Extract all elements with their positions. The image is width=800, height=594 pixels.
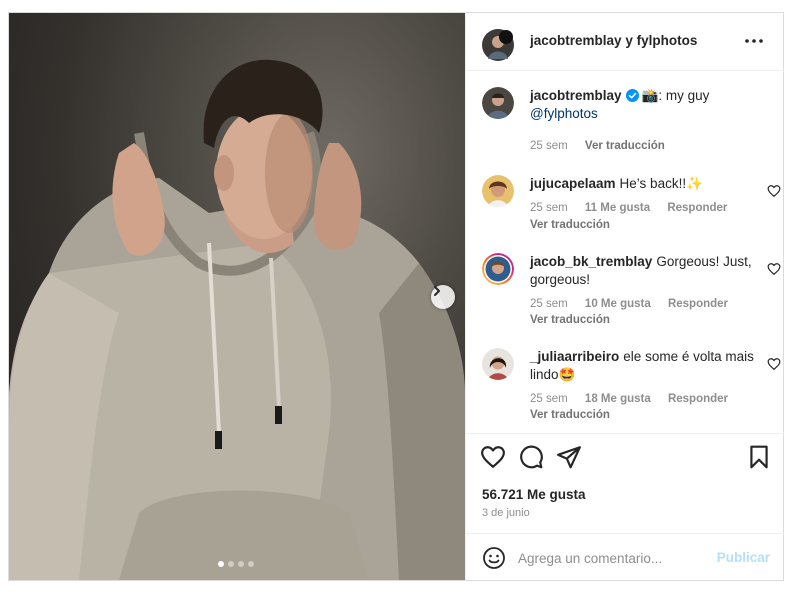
likes-count[interactable]: 56.721 Me gusta xyxy=(482,487,586,502)
carousel-indicator xyxy=(218,561,254,567)
post-side-panel: jacobtremblay y fylphotos jacobtremblay 📸… xyxy=(465,13,784,580)
emoji-icon[interactable] xyxy=(482,546,506,570)
comment-text: jacob_bk_tremblay Gorgeous! Just, gorgeou… xyxy=(530,253,760,289)
author-avatar[interactable] xyxy=(482,29,514,61)
comment-avatar-story-ring[interactable] xyxy=(482,253,514,285)
save-icon[interactable] xyxy=(746,444,772,470)
heart-icon[interactable] xyxy=(480,444,506,470)
post-date[interactable]: 3 de junio xyxy=(482,507,530,519)
comment-reply-button[interactable]: Responder xyxy=(668,298,728,310)
comment-text: jujucapelaam He’s back!!✨ xyxy=(530,175,760,193)
comment-text: _juliaarribeiro ele some é volta mais lin… xyxy=(530,348,760,384)
carousel-dot-active xyxy=(218,561,224,567)
carousel-dot xyxy=(238,561,244,567)
caption-translate[interactable]: Ver traducción xyxy=(585,140,665,152)
comment-reply-button[interactable]: Responder xyxy=(668,393,728,405)
carousel-dot xyxy=(228,561,234,567)
photo-illustration xyxy=(9,59,465,580)
more-options-button[interactable] xyxy=(742,31,766,51)
comment-like-icon[interactable] xyxy=(767,184,781,198)
comment-translate[interactable]: Ver traducción xyxy=(530,409,610,421)
comment-avatar[interactable] xyxy=(482,175,514,207)
authors-connector: y xyxy=(625,33,633,48)
add-comment-input[interactable] xyxy=(518,546,718,570)
share-icon[interactable] xyxy=(556,444,582,470)
caption-emoji: 📸 xyxy=(641,88,659,103)
caption-time[interactable]: 25 sem xyxy=(530,140,568,152)
comment-avatar[interactable] xyxy=(482,348,514,380)
comment-username[interactable]: jujucapelaam xyxy=(530,176,616,191)
more-options-icon xyxy=(745,39,763,43)
add-comment-bar: Publicar xyxy=(466,533,784,580)
comment-username[interactable]: jacob_bk_tremblay xyxy=(530,254,652,269)
caption-text: jacobtremblay 📸: my guy @fylphotos xyxy=(530,87,760,123)
comment-time[interactable]: 25 sem xyxy=(530,202,568,214)
comment-likes[interactable]: 11 Me gusta xyxy=(585,202,650,214)
comment-translate[interactable]: Ver traducción xyxy=(530,314,610,326)
caption-username[interactable]: jacobtremblay xyxy=(530,88,622,103)
comment-translate[interactable]: Ver traducción xyxy=(530,219,610,231)
comment-likes[interactable]: 18 Me gusta xyxy=(585,393,651,405)
comment-like-icon[interactable] xyxy=(767,357,781,371)
comment-meta: 25 sem 18 Me gusta Responder xyxy=(530,393,742,405)
post-header: jacobtremblay y fylphotos xyxy=(466,13,784,71)
author-username-1[interactable]: jacobtremblay xyxy=(530,33,622,48)
comment-like-icon[interactable] xyxy=(767,262,781,276)
comment-likes[interactable]: 10 Me gusta xyxy=(585,298,651,310)
comment-icon[interactable] xyxy=(518,444,544,470)
post-actions-bar xyxy=(466,433,784,481)
verified-badge-icon xyxy=(625,89,639,102)
caption-mention[interactable]: @fylphotos xyxy=(530,106,598,121)
next-photo-button[interactable] xyxy=(431,285,455,309)
comment-reply-button[interactable]: Responder xyxy=(667,202,727,214)
chevron-right-icon xyxy=(434,286,440,296)
post-photo[interactable] xyxy=(9,13,465,580)
author-username-2[interactable]: fylphotos xyxy=(637,33,698,48)
post-authors: jacobtremblay y fylphotos xyxy=(530,33,697,48)
carousel-dot xyxy=(248,561,254,567)
comment-meta: 25 sem 11 Me gusta Responder xyxy=(530,202,741,214)
comment-time[interactable]: 25 sem xyxy=(530,298,568,310)
caption-avatar[interactable] xyxy=(482,87,514,119)
caption-meta: 25 sem Ver traducción xyxy=(530,140,679,152)
caption-message: : my guy xyxy=(658,88,710,103)
comment-username[interactable]: _juliaarribeiro xyxy=(530,349,619,364)
publish-button[interactable]: Publicar xyxy=(717,550,770,565)
comment-message: He’s back!!✨ xyxy=(619,176,703,191)
comment-time[interactable]: 25 sem xyxy=(530,393,568,405)
post-modal: jacobtremblay y fylphotos jacobtremblay 📸… xyxy=(8,12,784,581)
comment-meta: 25 sem 10 Me gusta Responder xyxy=(530,298,742,310)
